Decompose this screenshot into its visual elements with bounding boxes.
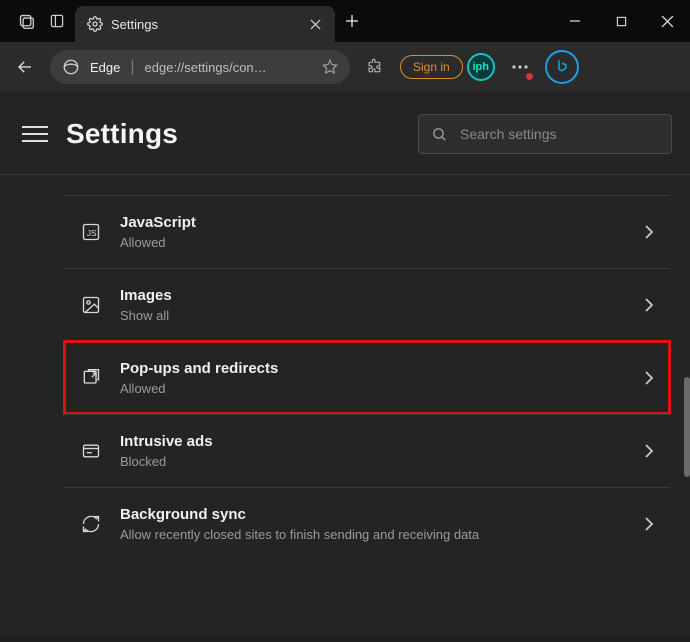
minimize-button[interactable]: [552, 0, 598, 42]
settings-row-background-sync[interactable]: Background sync Allow recently closed sit…: [64, 487, 670, 560]
scrollbar-thumb[interactable]: [684, 377, 690, 477]
chevron-right-icon: [644, 224, 654, 240]
favorite-icon[interactable]: [322, 59, 338, 75]
toolbar: Edge | edge://settings/con… Sign in iph: [0, 42, 690, 92]
chevron-right-icon: [644, 516, 654, 532]
settings-row-pop-ups-and-redirects[interactable]: Pop-ups and redirects Allowed: [64, 341, 670, 414]
settings-row-images[interactable]: Images Show all: [64, 268, 670, 341]
vertical-tabs-icon[interactable]: [49, 13, 65, 29]
popup-icon: [80, 367, 102, 389]
page-title: Settings: [66, 118, 400, 150]
image-icon: [80, 294, 102, 316]
row-subtitle: Blocked: [120, 454, 626, 469]
row-subtitle: Allowed: [120, 235, 626, 250]
close-window-button[interactable]: [644, 0, 690, 42]
tab-actions-icon[interactable]: [18, 13, 35, 30]
row-subtitle: Allow recently closed sites to finish se…: [120, 527, 626, 542]
row-title: Background sync: [120, 506, 626, 523]
settings-row-intrusive-ads[interactable]: Intrusive ads Blocked: [64, 414, 670, 487]
separator: |: [130, 58, 134, 76]
tab-title: Settings: [111, 17, 297, 32]
svg-text:JS: JS: [87, 228, 97, 238]
gear-icon: [87, 16, 103, 32]
back-button[interactable]: [10, 52, 40, 82]
more-menu-button[interactable]: [505, 52, 535, 82]
row-title: Pop-ups and redirects: [120, 360, 626, 377]
sign-in-label: Sign in: [413, 60, 450, 74]
maximize-button[interactable]: [598, 0, 644, 42]
settings-list: JS JavaScript Allowed Images Show all Pop-…: [0, 175, 690, 635]
settings-row-javascript[interactable]: JS JavaScript Allowed: [64, 195, 670, 268]
bing-chat-button[interactable]: [545, 50, 579, 84]
chevron-right-icon: [644, 443, 654, 459]
address-bar[interactable]: Edge | edge://settings/con…: [50, 50, 350, 84]
notification-dot-icon: [526, 73, 533, 80]
profile-badge[interactable]: iph: [467, 53, 495, 81]
chevron-right-icon: [644, 297, 654, 313]
new-tab-button[interactable]: [335, 4, 369, 38]
row-title: Images: [120, 287, 626, 304]
menu-button[interactable]: [22, 126, 48, 142]
titlebar: Settings: [0, 0, 690, 42]
chevron-right-icon: [644, 370, 654, 386]
sign-in-button[interactable]: Sign in: [400, 55, 463, 79]
extensions-icon[interactable]: [360, 52, 390, 82]
ads-icon: [80, 440, 102, 462]
close-icon[interactable]: [305, 14, 325, 34]
sync-icon: [80, 513, 102, 535]
search-settings-box[interactable]: [418, 114, 672, 154]
row-subtitle: Allowed: [120, 381, 626, 396]
row-subtitle: Show all: [120, 308, 626, 323]
search-input[interactable]: [460, 126, 659, 142]
tab-settings[interactable]: Settings: [75, 6, 335, 42]
url-text: edge://settings/con…: [145, 60, 312, 75]
edge-logo-icon: [62, 58, 80, 76]
js-icon: JS: [80, 221, 102, 243]
search-icon: [431, 126, 448, 143]
row-title: Intrusive ads: [120, 433, 626, 450]
settings-header: Settings: [0, 92, 690, 175]
row-title: JavaScript: [120, 214, 626, 231]
browser-name: Edge: [90, 60, 120, 75]
